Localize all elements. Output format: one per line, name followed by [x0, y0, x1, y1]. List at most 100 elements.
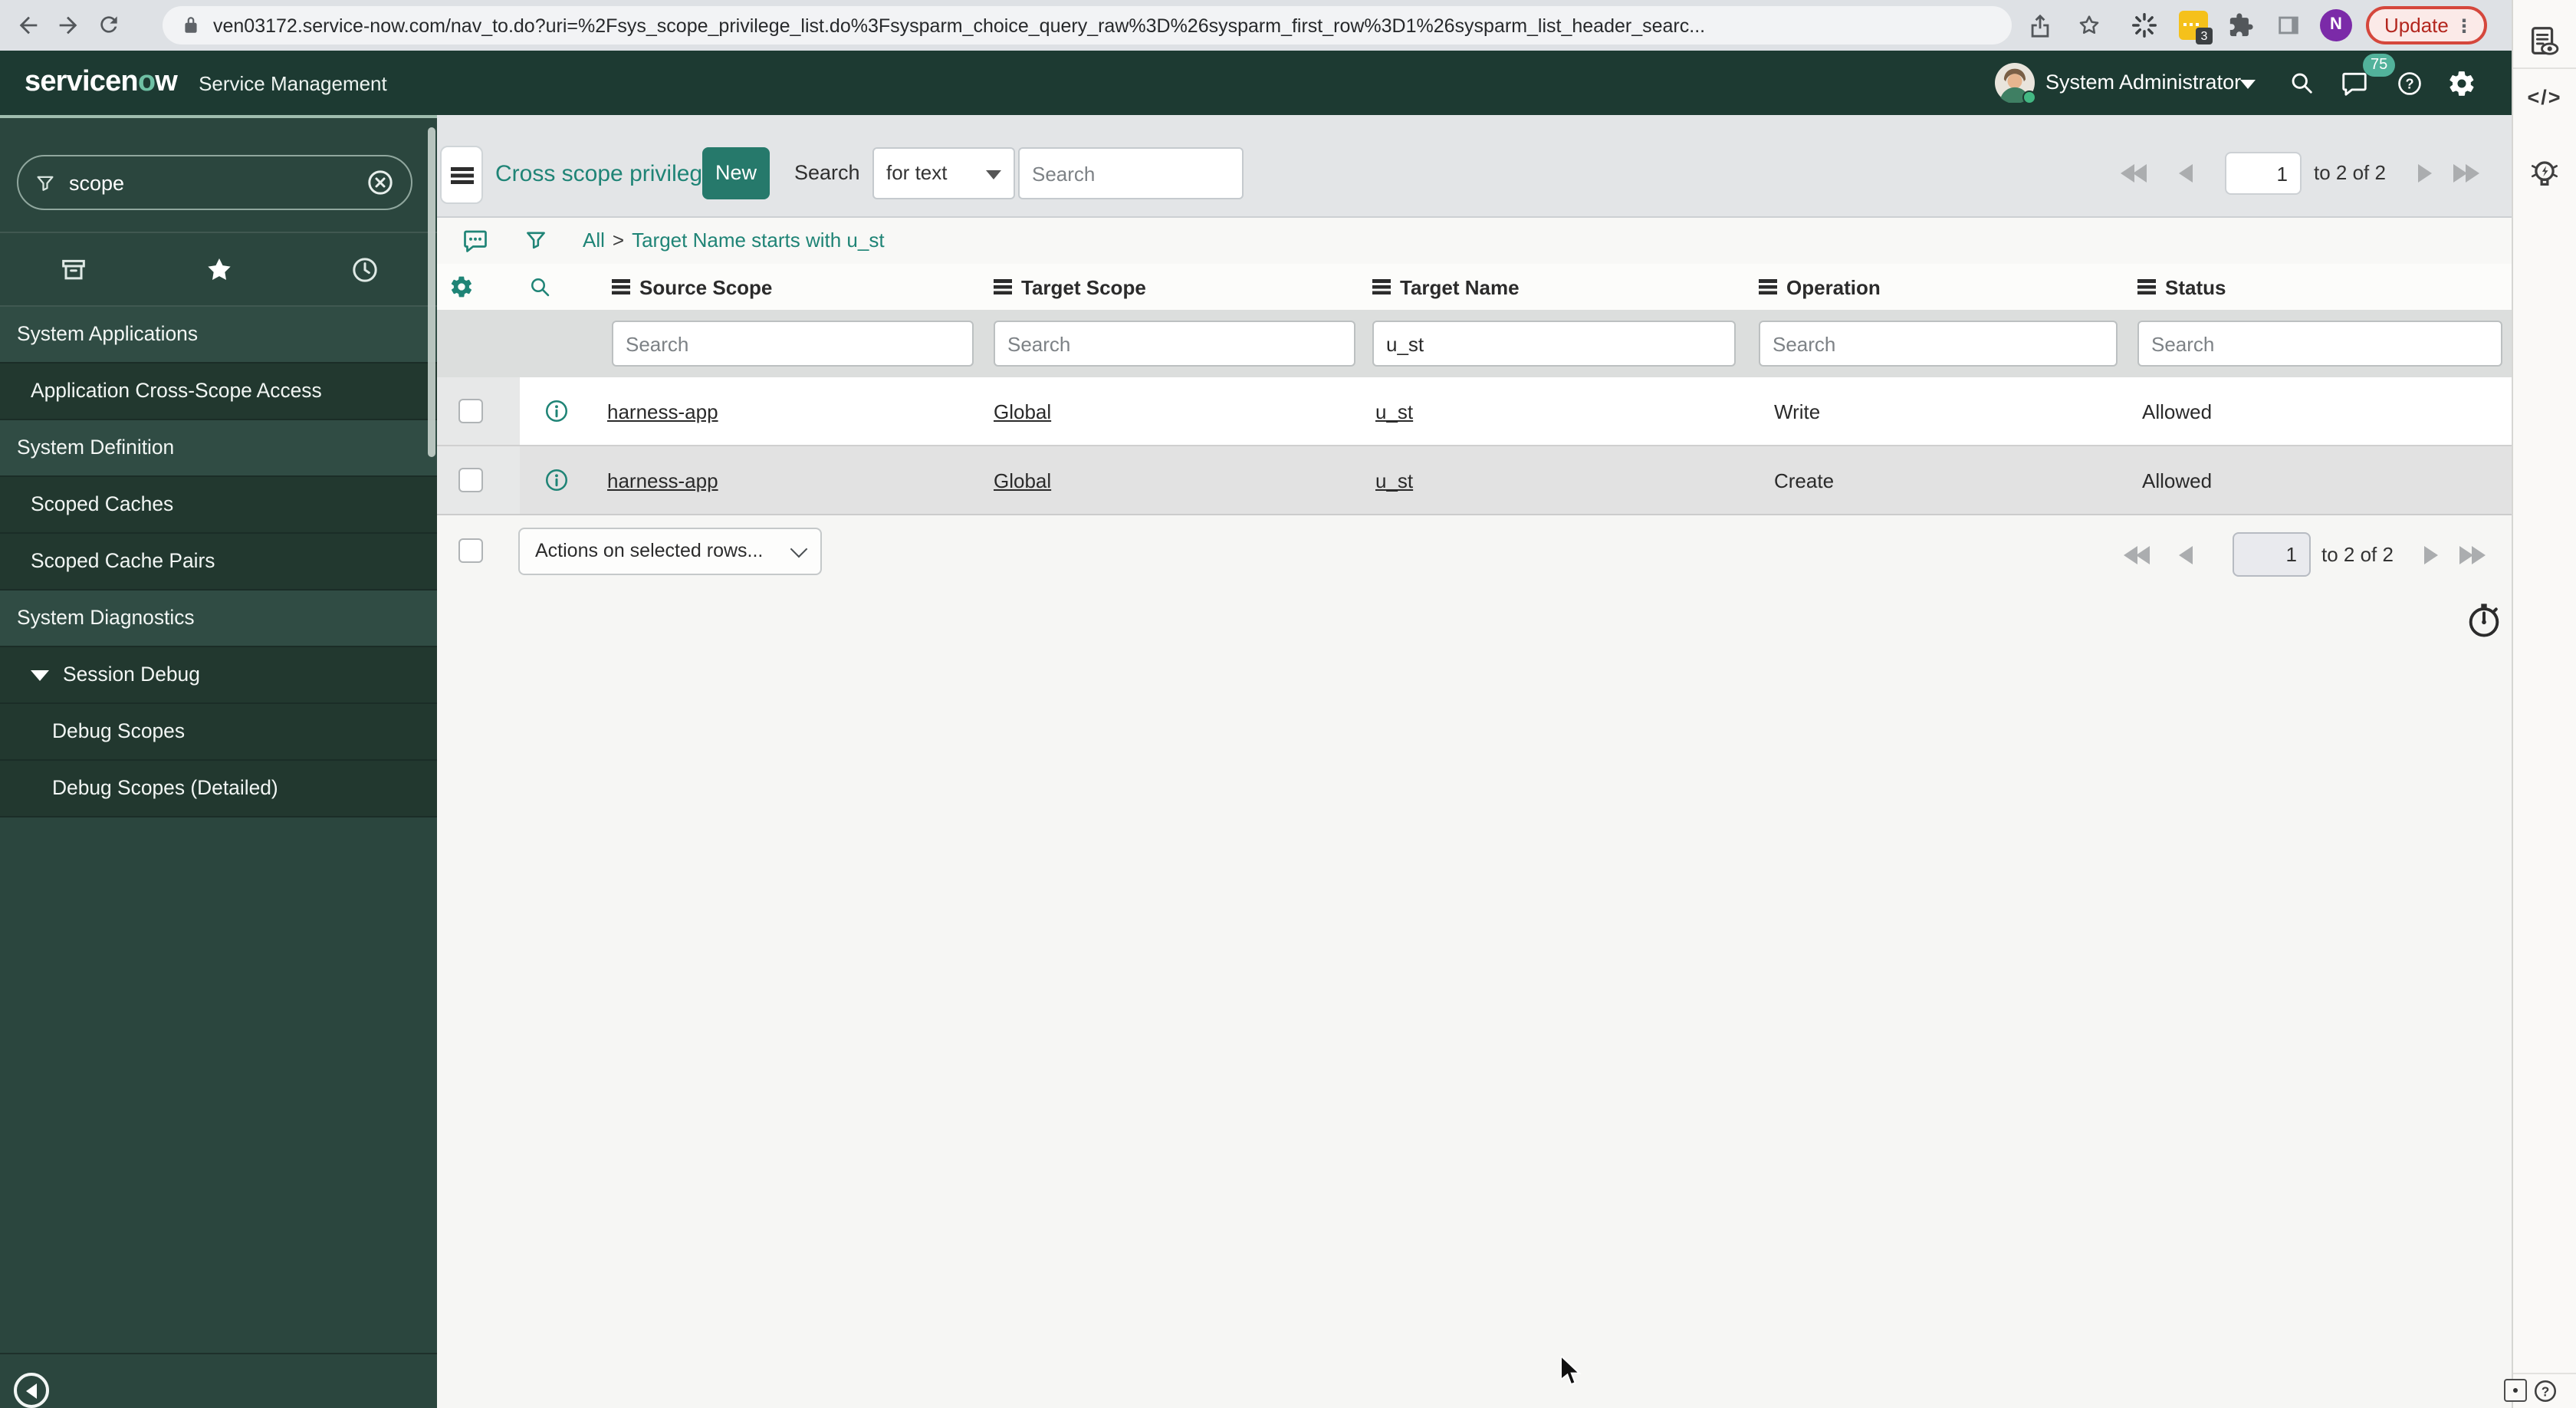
- extension-spinner-icon[interactable]: [2130, 11, 2159, 40]
- table-row[interactable]: harness-app Global u_st Write Allowed: [437, 377, 2512, 445]
- record-preview-info-icon[interactable]: [543, 466, 570, 494]
- sidebar-item-debug-scopes[interactable]: Debug Scopes: [0, 704, 437, 761]
- cell-target-scope[interactable]: Global: [994, 377, 1051, 445]
- sidebar-item-system-applications[interactable]: System Applications: [0, 307, 437, 364]
- reading-list-doc-eye-icon[interactable]: [2527, 25, 2562, 60]
- column-menu-icon[interactable]: [994, 279, 1012, 294]
- sidebar-item-debug-scopes-detailed[interactable]: Debug Scopes (Detailed): [0, 761, 437, 817]
- clear-filter-icon[interactable]: [365, 167, 396, 198]
- filter-icon[interactable]: [523, 227, 549, 253]
- column-menu-icon[interactable]: [1759, 279, 1777, 294]
- cell-source-scope[interactable]: harness-app: [607, 446, 718, 514]
- page-number-input[interactable]: [2233, 532, 2311, 577]
- table-row[interactable]: harness-app Global u_st Create Allowed: [437, 445, 2512, 515]
- collapse-sidebar-button[interactable]: [14, 1373, 49, 1408]
- address-bar[interactable]: ven03172.service-now.com/nav_to.do?uri=%…: [163, 6, 2012, 44]
- cell-target-name[interactable]: u_st: [1375, 377, 1413, 445]
- user-caret-icon[interactable]: [2240, 80, 2256, 89]
- extension-yellow-icon[interactable]: 3: [2179, 11, 2213, 44]
- first-page-button[interactable]: [2124, 546, 2150, 564]
- last-page-button[interactable]: [2459, 546, 2486, 564]
- browser-reload-icon[interactable]: [97, 12, 121, 37]
- column-menu-icon[interactable]: [1372, 279, 1391, 294]
- browser-forward-icon[interactable]: [55, 12, 81, 38]
- expand-caret-icon[interactable]: [31, 669, 49, 680]
- breadcrumb-all-link[interactable]: All: [583, 229, 605, 252]
- page-number-input[interactable]: [2225, 152, 2302, 195]
- idea-bulb-icon[interactable]: [2527, 156, 2562, 192]
- search-type-select[interactable]: for text: [872, 147, 1015, 199]
- column-search-icon[interactable]: [527, 275, 552, 299]
- new-button[interactable]: New: [702, 147, 770, 199]
- column-menu-icon[interactable]: [612, 279, 630, 294]
- url-text[interactable]: ven03172.service-now.com/nav_to.do?uri=%…: [213, 15, 1705, 36]
- extensions-puzzle-icon[interactable]: [2228, 12, 2254, 38]
- sidebar-scrollbar[interactable]: [428, 127, 435, 457]
- previous-page-button[interactable]: [2179, 164, 2193, 183]
- column-menu-icon[interactable]: [2137, 279, 2156, 294]
- cell-target-name[interactable]: u_st: [1375, 446, 1413, 514]
- browser-back-icon[interactable]: [15, 12, 41, 38]
- tab-all-applications[interactable]: [0, 233, 146, 305]
- first-page-button[interactable]: [2121, 164, 2147, 183]
- next-page-button[interactable]: [2418, 164, 2432, 183]
- filter-target-name-input[interactable]: [1372, 321, 1736, 367]
- next-page-button[interactable]: [2424, 546, 2438, 564]
- navigator-filter-input[interactable]: scope: [17, 155, 412, 210]
- cell-target-scope[interactable]: Global: [994, 446, 1051, 514]
- bookmark-star-icon[interactable]: [2076, 12, 2102, 38]
- filter-source-scope-input[interactable]: [612, 321, 974, 367]
- sidebar-item-label: Session Debug: [63, 663, 200, 686]
- navigator-menu: System Applications Application Cross-Sc…: [0, 307, 437, 817]
- row-checkbox[interactable]: [458, 468, 483, 492]
- list-title[interactable]: Cross scope privileges: [495, 146, 727, 204]
- logo-text-suffix: w: [155, 66, 178, 98]
- scroll-anchor-icon[interactable]: [2504, 1379, 2527, 1402]
- list-search-input[interactable]: [1018, 147, 1244, 199]
- filter-operation-input[interactable]: [1759, 321, 2118, 367]
- column-header-target-name[interactable]: Target Name: [1372, 264, 1520, 310]
- side-panel-icon[interactable]: [2275, 12, 2302, 38]
- tab-history[interactable]: [291, 233, 437, 305]
- browser-menu-icon[interactable]: ⋮: [2455, 15, 2473, 36]
- list-context-menu-button[interactable]: [440, 146, 483, 204]
- global-search-icon[interactable]: [2288, 69, 2315, 97]
- row-checkbox[interactable]: [458, 399, 483, 423]
- sidebar-item-scoped-caches[interactable]: Scoped Caches: [0, 477, 437, 534]
- share-icon[interactable]: [2027, 12, 2053, 38]
- code-panel-icon[interactable]: </>: [2513, 86, 2576, 109]
- response-time-stopwatch-icon[interactable]: [2464, 600, 2504, 640]
- tab-favorites[interactable]: [146, 233, 291, 305]
- column-header-operation[interactable]: Operation: [1759, 264, 1881, 310]
- breadcrumb-filter-link[interactable]: Target Name starts with u_st: [632, 229, 884, 252]
- settings-gear-icon[interactable]: [2447, 69, 2476, 98]
- actions-on-selected-rows-select[interactable]: Actions on selected rows...: [518, 528, 822, 575]
- previous-page-button[interactable]: [2179, 546, 2193, 564]
- record-preview-info-icon[interactable]: [543, 397, 570, 425]
- sidebar-item-session-debug[interactable]: Session Debug: [0, 647, 437, 704]
- search-label: Search: [794, 161, 860, 184]
- sidebar-item-system-definition[interactable]: System Definition: [0, 420, 437, 477]
- browser-update-button[interactable]: Update ⋮: [2366, 6, 2487, 44]
- select-all-checkbox[interactable]: [458, 538, 483, 563]
- sidebar-item-system-diagnostics[interactable]: System Diagnostics: [0, 591, 437, 647]
- help-icon[interactable]: [2395, 69, 2424, 98]
- user-avatar[interactable]: [1995, 63, 2036, 104]
- sidebar-item-application-cross-scope-access[interactable]: Application Cross-Scope Access: [0, 364, 437, 420]
- activity-stream-icon[interactable]: [462, 227, 489, 255]
- browser-profile-avatar[interactable]: N: [2320, 9, 2352, 41]
- app-header: servicen o w Service Management System Adm…: [0, 51, 2512, 115]
- column-header-source-scope[interactable]: Source Scope: [612, 264, 772, 310]
- filter-target-scope-input[interactable]: [994, 321, 1355, 367]
- user-menu[interactable]: System Administrator: [2045, 51, 2241, 115]
- last-page-button[interactable]: [2453, 164, 2479, 183]
- column-header-status[interactable]: Status: [2137, 264, 2226, 310]
- sidebar-item-scoped-cache-pairs[interactable]: Scoped Cache Pairs: [0, 534, 437, 591]
- column-header-target-scope[interactable]: Target Scope: [994, 264, 1146, 310]
- cell-source-scope[interactable]: harness-app: [607, 377, 718, 445]
- navigator-filter-value[interactable]: scope: [69, 171, 353, 194]
- filter-status-input[interactable]: [2137, 321, 2502, 367]
- personalize-list-gear-icon[interactable]: [449, 275, 474, 299]
- help-circle-icon[interactable]: [2532, 1377, 2559, 1405]
- conversations-icon[interactable]: [2340, 69, 2369, 98]
